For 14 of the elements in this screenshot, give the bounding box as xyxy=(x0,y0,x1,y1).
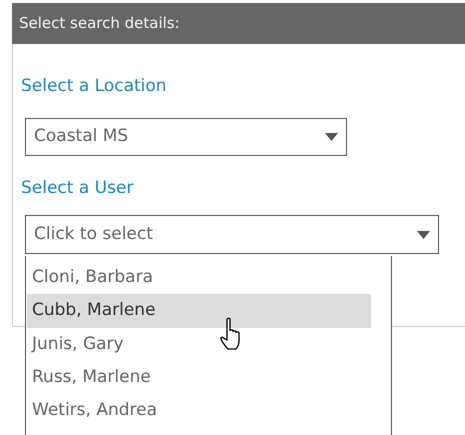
user-label: Select a User xyxy=(21,177,134,200)
panel-title: Select search details: xyxy=(19,13,180,34)
user-option[interactable]: Wetirs, Andrea xyxy=(27,394,371,427)
user-option[interactable]: Cubb, Marlene xyxy=(27,294,371,328)
location-dropdown[interactable]: Coastal MS xyxy=(25,118,347,156)
caret-icon xyxy=(417,230,430,238)
user-option[interactable]: Russ, Marlene xyxy=(27,361,371,394)
user-option[interactable]: Cloni, Barbara xyxy=(27,261,371,294)
user-placeholder: Click to select xyxy=(34,222,153,246)
location-label: Select a Location xyxy=(21,75,168,98)
user-dropdown[interactable]: Click to select xyxy=(25,215,439,254)
location-value: Coastal MS xyxy=(34,125,128,148)
caret-icon xyxy=(325,133,338,141)
user-option[interactable]: Junis, Gary xyxy=(27,328,371,361)
